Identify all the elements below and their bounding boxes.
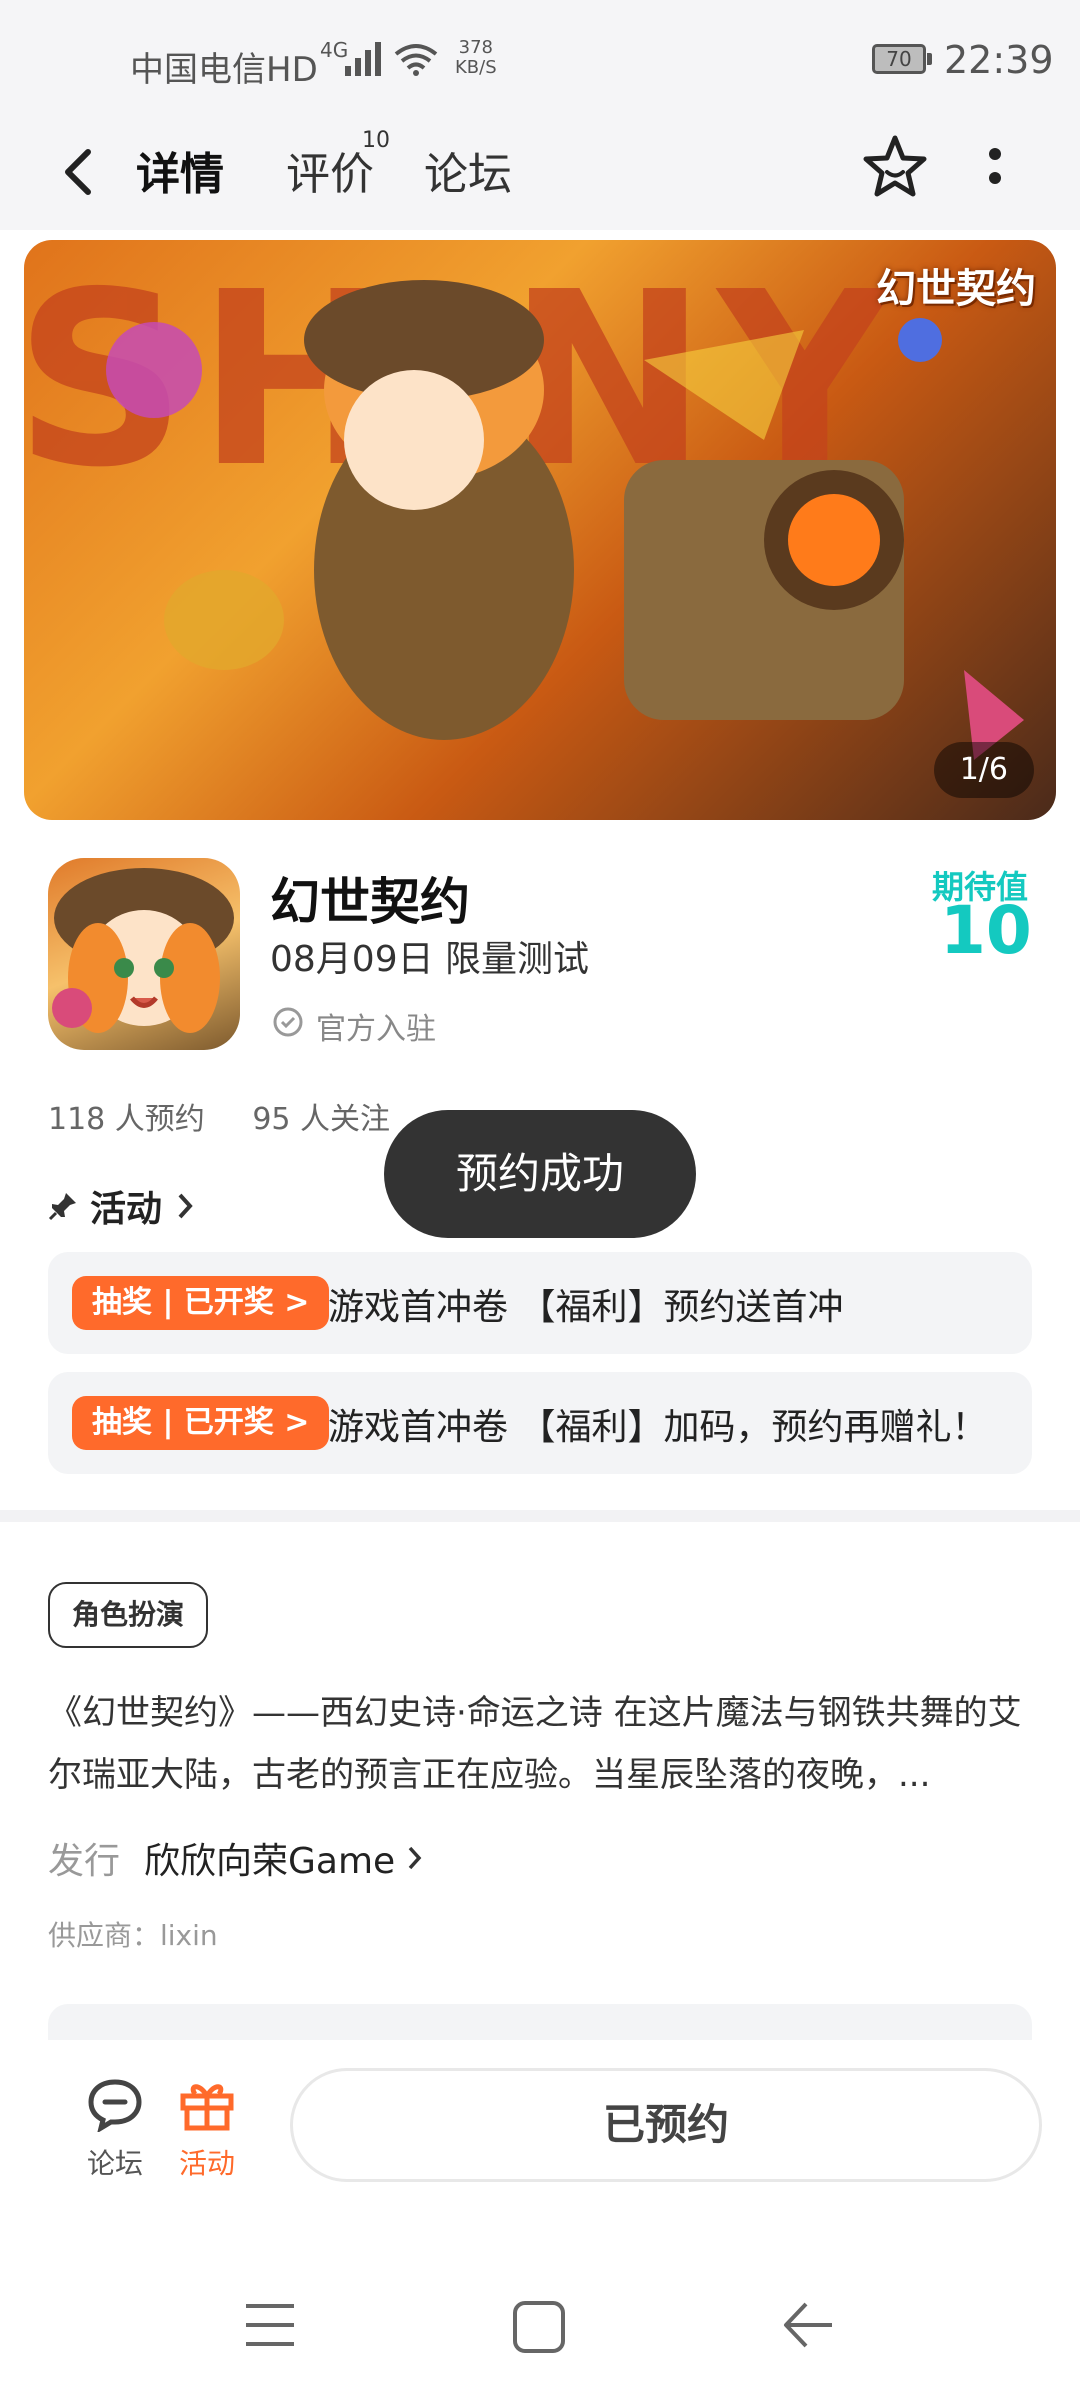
official-verified-label: 官方入驻 [316, 1012, 436, 1047]
more-options-icon[interactable] [985, 144, 1005, 194]
game-title: 幻世契约 [270, 873, 470, 931]
battery-icon: 70 [872, 44, 926, 74]
supplier-info: 供应商：lixin [48, 1919, 218, 1952]
back-arrow-icon[interactable] [52, 142, 102, 202]
test-date: 08月09日 限量测试 [270, 939, 590, 980]
follow-count: 95 人关注 [252, 1102, 391, 1137]
favorite-star-icon[interactable] [860, 132, 930, 202]
status-bar: 中国电信HD 4G 378 KB/S 70 22:39 [0, 0, 1080, 120]
menu-icon[interactable] [244, 2300, 296, 2350]
carousel-counter: 1/6 [933, 742, 1034, 798]
activity-item-text: 游戏首冲卷 【福利】预约送首冲 [328, 1287, 844, 1328]
toast-message: 预约成功 [384, 1110, 696, 1238]
screenshot-carousel[interactable]: SHINY 幻世契约 1/6 [24, 240, 1056, 820]
tab-review[interactable]: 评价 [286, 138, 374, 202]
carrier-name: 中国电信HD [130, 50, 318, 90]
clock: 22:39 [944, 38, 1054, 82]
game-description[interactable]: 《幻世契约》——西幻史诗·命运之诗 在这片魔法与钢铁共舞的艾尔瑞亚大陆，古老的预… [48, 1682, 1038, 1806]
publisher-label: 发行 [48, 1841, 121, 1882]
network-speed: 378 KB/S [455, 37, 497, 78]
expectation-score: 10 [940, 892, 1032, 969]
back-icon[interactable] [780, 2300, 836, 2350]
network-type: 4G [320, 38, 349, 62]
section-divider [0, 1510, 1080, 1522]
chevron-right-icon [178, 1193, 193, 1219]
genre-tag[interactable]: 角色扮演 [48, 1582, 209, 1648]
signal-icon [345, 42, 381, 76]
top-nav: 详情 评价 10 论坛 [0, 120, 1080, 230]
activity-title: 活动 [90, 1189, 163, 1230]
reservation-count: 118 人预约 [48, 1102, 205, 1137]
publisher-link[interactable]: 欣欣向荣Game [144, 1832, 423, 1884]
activity-item[interactable]: 抽奖 | 已开奖 > 游戏首冲卷 【福利】预约送首冲 [48, 1252, 1032, 1354]
reservation-stats: 118 人预约 95 人关注 [48, 1094, 390, 1138]
system-navigation-bar [0, 2240, 1080, 2400]
verified-check-icon [273, 1007, 303, 1037]
next-section-card [48, 2004, 1032, 2044]
pin-icon [48, 1193, 76, 1221]
bottom-action-bar: 论坛 活动 已预约 [0, 2040, 1080, 2240]
activity-item-text: 游戏首冲卷 【福利】加码，预约再赠礼！ [328, 1407, 988, 1448]
tab-forum[interactable]: 论坛 [424, 138, 512, 202]
activity-section-header[interactable]: 活动 [48, 1180, 194, 1232]
wifi-icon [394, 44, 438, 76]
tab-detail[interactable]: 详情 [136, 138, 224, 202]
game-app-icon [48, 858, 240, 1050]
bottom-nav-activity[interactable]: 活动 [152, 2076, 262, 2182]
forum-chat-icon [88, 2079, 142, 2134]
activity-label: 活动 [178, 2147, 235, 2180]
battery-tip [927, 53, 932, 65]
banner-artwork [106, 280, 1024, 760]
home-square-icon[interactable] [512, 2300, 566, 2354]
reserved-button[interactable]: 已预约 [290, 2068, 1042, 2182]
lottery-status-tag: 抽奖 | 已开奖 > [72, 1276, 330, 1330]
banner-game-logo: 幻世契约 [876, 266, 1036, 312]
publisher-name: 欣欣向荣Game [144, 1841, 396, 1882]
gift-icon [180, 2084, 234, 2131]
chevron-right-icon [408, 1846, 422, 1870]
lottery-status-tag: 抽奖 | 已开奖 > [72, 1396, 330, 1450]
activity-item[interactable]: 抽奖 | 已开奖 > 游戏首冲卷 【福利】加码，预约再赠礼！ [48, 1372, 1032, 1474]
review-count-badge: 10 [362, 128, 390, 153]
